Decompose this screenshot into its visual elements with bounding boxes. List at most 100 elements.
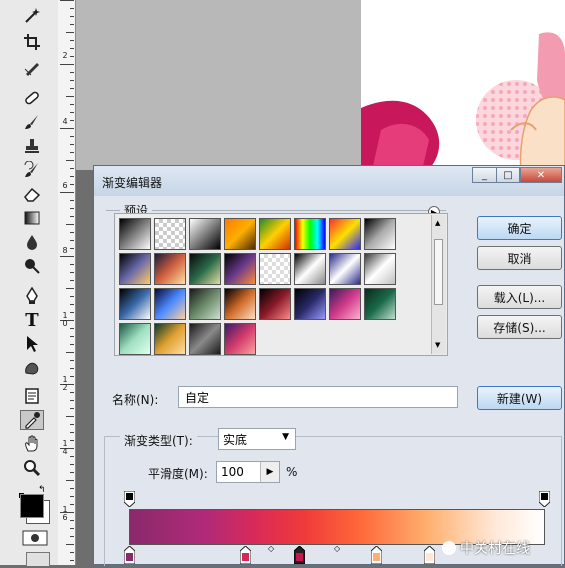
notes-tool-icon[interactable] bbox=[20, 386, 44, 406]
preset-gradient-swatch[interactable] bbox=[154, 288, 186, 320]
cancel-button[interactable]: 取消 bbox=[477, 246, 562, 270]
minimize-icon: _ bbox=[482, 169, 487, 181]
zoom-tool-icon[interactable] bbox=[20, 458, 44, 478]
scroll-down-arrow-icon[interactable]: ▼ bbox=[435, 341, 440, 349]
preset-gradient-swatch[interactable] bbox=[119, 288, 151, 320]
ruler-tick bbox=[70, 88, 74, 89]
pen-tool-icon[interactable] bbox=[20, 286, 44, 306]
color-stop-1[interactable] bbox=[123, 545, 136, 565]
preset-gradient-swatch[interactable] bbox=[189, 323, 221, 355]
eyedropper-tool-icon[interactable] bbox=[20, 410, 44, 430]
dialog-title-bar[interactable]: 渐变编辑器 _ □ ✕ bbox=[94, 166, 564, 196]
color-midpoint-1[interactable]: ◇ bbox=[268, 544, 274, 553]
path-selection-tool-icon[interactable] bbox=[20, 334, 44, 354]
ruler-tick bbox=[70, 496, 74, 497]
preset-gradient-swatch[interactable] bbox=[189, 288, 221, 320]
preset-gradient-swatch[interactable] bbox=[189, 218, 221, 250]
preset-gradient-swatch[interactable] bbox=[189, 253, 221, 285]
scrollbar-thumb[interactable] bbox=[434, 239, 443, 305]
slice-tool-icon[interactable] bbox=[20, 58, 44, 78]
color-stop-3-selected[interactable] bbox=[293, 545, 306, 565]
name-label: 名称(N): bbox=[112, 393, 159, 407]
preset-gradient-swatch[interactable] bbox=[329, 218, 361, 250]
scroll-up-arrow-icon[interactable]: ▲ bbox=[435, 219, 440, 227]
watermark-text: 中关村在线 bbox=[460, 541, 530, 557]
preset-gradient-swatch[interactable] bbox=[294, 288, 326, 320]
brush-tool-icon[interactable] bbox=[20, 112, 44, 132]
close-button[interactable]: ✕ bbox=[520, 167, 562, 183]
default-colors-icon[interactable] bbox=[19, 486, 28, 502]
chevron-down-icon: ▼ bbox=[282, 432, 289, 442]
ruler-tick bbox=[60, 0, 74, 1]
clone-stamp-tool-icon[interactable] bbox=[20, 136, 44, 156]
ruler-tick bbox=[66, 288, 74, 289]
ruler-tick bbox=[66, 160, 74, 161]
preset-gradient-swatch[interactable] bbox=[154, 253, 186, 285]
load-button[interactable]: 载入(L)... bbox=[477, 285, 562, 309]
ok-button[interactable]: 确定 bbox=[477, 216, 562, 240]
preset-gradient-swatch[interactable] bbox=[224, 323, 256, 355]
preset-gradient-swatch[interactable] bbox=[364, 218, 396, 250]
gradient-type-value: 实底 bbox=[223, 432, 248, 447]
color-midpoint-2[interactable]: ◇ bbox=[334, 544, 340, 553]
smoothness-unit: % bbox=[286, 465, 298, 479]
preset-gradient-swatch[interactable] bbox=[294, 218, 326, 250]
ruler-tick bbox=[70, 432, 74, 433]
hand-tool-icon[interactable] bbox=[20, 434, 44, 454]
opacity-stop-right[interactable] bbox=[538, 490, 551, 508]
color-stop-5[interactable] bbox=[423, 545, 436, 565]
ruler-label: 2 bbox=[62, 51, 68, 60]
preset-gradient-swatch[interactable] bbox=[259, 218, 291, 250]
minimize-button[interactable]: _ bbox=[472, 167, 496, 183]
gradient-tool-icon[interactable] bbox=[20, 208, 44, 228]
ruler-tick bbox=[70, 360, 74, 361]
preset-gradient-swatch[interactable] bbox=[294, 253, 326, 285]
screen-mode-button[interactable] bbox=[26, 552, 50, 566]
shape-tool-icon[interactable] bbox=[20, 358, 44, 378]
dodge-tool-icon[interactable] bbox=[20, 256, 44, 276]
crop-tool-icon[interactable] bbox=[20, 32, 44, 52]
eraser-tool-icon[interactable] bbox=[20, 184, 44, 204]
foreground-color-swatch[interactable] bbox=[20, 494, 44, 518]
preset-gradient-swatch[interactable] bbox=[224, 253, 256, 285]
preset-gradient-swatch[interactable] bbox=[224, 218, 256, 250]
preset-gradient-swatch[interactable] bbox=[364, 288, 396, 320]
ruler-tick bbox=[70, 304, 74, 305]
color-stop-4[interactable] bbox=[370, 545, 383, 565]
blur-tool-icon[interactable] bbox=[20, 232, 44, 252]
ruler-tick bbox=[70, 120, 74, 121]
healing-brush-tool-icon[interactable] bbox=[20, 88, 44, 108]
preset-gradient-swatch[interactable] bbox=[154, 323, 186, 355]
opacity-stop-left[interactable] bbox=[123, 490, 136, 508]
presets-scrollbar[interactable]: ▲ ▼ bbox=[431, 215, 446, 354]
ruler-tick bbox=[60, 128, 74, 129]
quick-mask-icon[interactable] bbox=[22, 530, 48, 546]
preset-gradient-swatch[interactable] bbox=[224, 288, 256, 320]
ruler-tick bbox=[70, 560, 74, 561]
color-stop-2[interactable] bbox=[239, 545, 252, 565]
name-field[interactable]: 自定 bbox=[178, 386, 458, 408]
smoothness-input[interactable]: 100 ▶ bbox=[216, 461, 280, 483]
preset-gradient-swatch[interactable] bbox=[329, 253, 361, 285]
save-button[interactable]: 存储(S)... bbox=[477, 315, 562, 339]
preset-gradient-swatch[interactable] bbox=[119, 253, 151, 285]
magic-wand-tool-icon[interactable] bbox=[20, 6, 44, 26]
preset-gradient-swatch[interactable] bbox=[154, 218, 186, 250]
preset-gradient-swatch[interactable] bbox=[329, 288, 361, 320]
smoothness-label: 平滑度(M): bbox=[148, 467, 208, 481]
preset-gradient-swatch[interactable] bbox=[119, 218, 151, 250]
ruler-tick bbox=[70, 456, 74, 457]
preset-gradient-swatch[interactable] bbox=[259, 288, 291, 320]
preset-gradient-swatch[interactable] bbox=[259, 253, 291, 285]
ruler-tick bbox=[70, 104, 74, 105]
preset-gradient-swatch[interactable] bbox=[119, 323, 151, 355]
history-brush-tool-icon[interactable] bbox=[20, 160, 44, 180]
new-button[interactable]: 新建(W) bbox=[477, 386, 562, 410]
ruler-tick bbox=[70, 368, 74, 369]
smoothness-dropdown-arrow-icon[interactable]: ▶ bbox=[260, 462, 279, 482]
preset-gradient-swatch[interactable] bbox=[364, 253, 396, 285]
type-tool-icon[interactable]: T bbox=[20, 310, 44, 331]
maximize-button[interactable]: □ bbox=[496, 167, 520, 183]
gradient-type-select[interactable]: 实底 ▼ bbox=[218, 428, 296, 450]
ruler-tick bbox=[70, 424, 74, 425]
